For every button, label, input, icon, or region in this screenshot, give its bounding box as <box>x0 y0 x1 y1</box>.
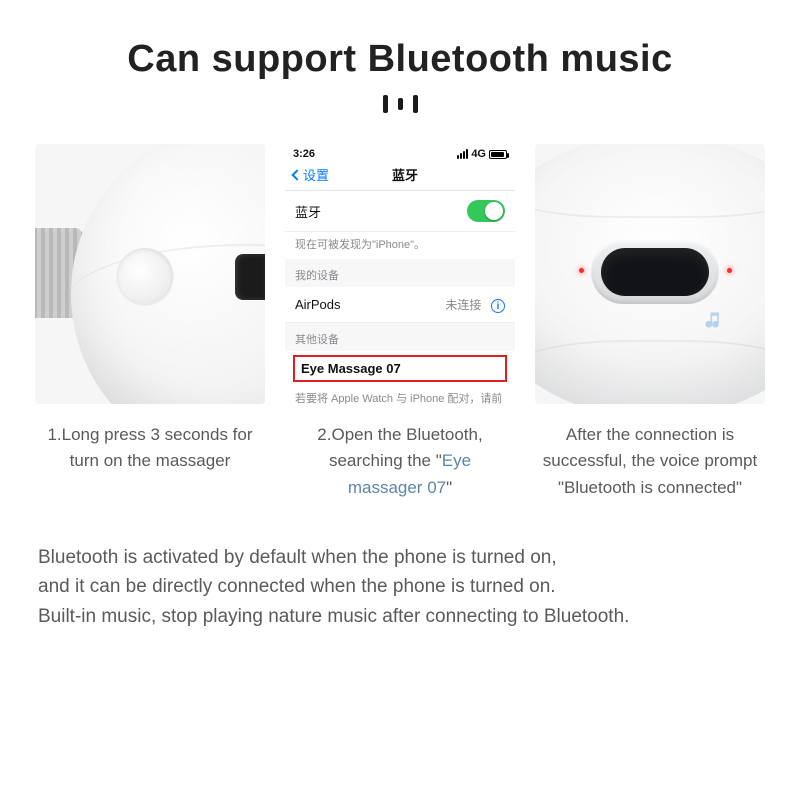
caption-highlight: Eye <box>442 451 471 470</box>
caption-line: After the connection is <box>566 425 734 444</box>
seam-line <box>535 340 765 404</box>
decorative-dots <box>32 95 768 118</box>
highlighted-device: Eye Massage 07 <box>293 355 507 382</box>
caption-line: searching the " <box>329 451 442 470</box>
display-screen <box>601 248 709 296</box>
music-note-icon <box>703 308 723 332</box>
product-info-page: Can support Bluetooth music 1.Long press… <box>0 0 800 631</box>
signal-icon <box>457 149 468 159</box>
footer-text: Bluetooth is activated by default when t… <box>32 543 768 631</box>
device-name: AirPods <box>295 297 341 312</box>
step-3-caption: After the connection is successful, the … <box>535 422 765 501</box>
caption-line: "Bluetooth is connected" <box>558 478 742 497</box>
caption-line: successful, the voice prompt <box>543 451 757 470</box>
info-icon: i <box>491 299 505 313</box>
step-1: 1.Long press 3 seconds for turn on the m… <box>35 144 265 501</box>
nav-title: 蓝牙 <box>301 165 509 184</box>
caption-line: 2.Open the Bluetooth, <box>317 425 482 444</box>
bluetooth-toggle-row: 蓝牙 <box>285 191 515 232</box>
device-side-image <box>35 144 265 404</box>
footer-line: Built-in music, stop playing nature musi… <box>38 606 629 627</box>
status-bar: 3:26 4G <box>285 144 515 162</box>
caption-line: " <box>446 478 452 497</box>
clock: 3:26 <box>293 148 315 160</box>
battery-icon <box>489 150 507 159</box>
status-text: 未连接 <box>445 298 481 312</box>
step-2: 3:26 4G 设置 蓝牙 蓝牙 <box>285 144 515 501</box>
my-devices-header: 我的设备 <box>285 259 515 287</box>
caption-line: turn on the massager <box>70 451 231 470</box>
caption-line: 1.Long press 3 seconds for <box>47 425 252 444</box>
other-devices-header: 其他设备 <box>285 323 515 351</box>
bluetooth-label: 蓝牙 <box>295 202 321 221</box>
device-status: 未连接 i <box>445 296 505 314</box>
discoverable-note: 现在可被发现为"iPhone"。 <box>285 232 515 259</box>
caption-highlight: massager 07 <box>348 478 446 497</box>
power-button <box>117 248 173 304</box>
apple-watch-note: 若要将 Apple Watch 与 iPhone 配对，请前往 Apple Wa… <box>285 386 515 404</box>
footer-line: Bluetooth is activated by default when t… <box>38 547 557 568</box>
note-text: 若要将 Apple Watch 与 iPhone 配对，请前往 <box>295 393 502 404</box>
step-3: After the connection is successful, the … <box>535 144 765 501</box>
seam-line <box>535 158 765 218</box>
phone-screenshot: 3:26 4G 设置 蓝牙 蓝牙 <box>285 144 515 404</box>
toggle-on-icon <box>467 200 505 222</box>
nav-bar: 设置 蓝牙 <box>285 162 515 191</box>
carrier-label: 4G <box>471 148 486 160</box>
footer-line: and it can be directly connected when th… <box>38 576 556 597</box>
device-front-image <box>535 144 765 404</box>
step-2-caption: 2.Open the Bluetooth, searching the "Eye… <box>285 422 515 501</box>
led-indicator <box>727 268 732 273</box>
ios-settings: 3:26 4G 设置 蓝牙 蓝牙 <box>285 144 515 404</box>
page-title: Can support Bluetooth music <box>32 38 768 81</box>
step-1-caption: 1.Long press 3 seconds for turn on the m… <box>35 422 265 475</box>
status-right: 4G <box>457 148 507 160</box>
step-row: 1.Long press 3 seconds for turn on the m… <box>32 144 768 501</box>
airpods-row: AirPods 未连接 i <box>285 287 515 324</box>
lens-window <box>235 254 265 300</box>
led-indicator <box>579 268 584 273</box>
